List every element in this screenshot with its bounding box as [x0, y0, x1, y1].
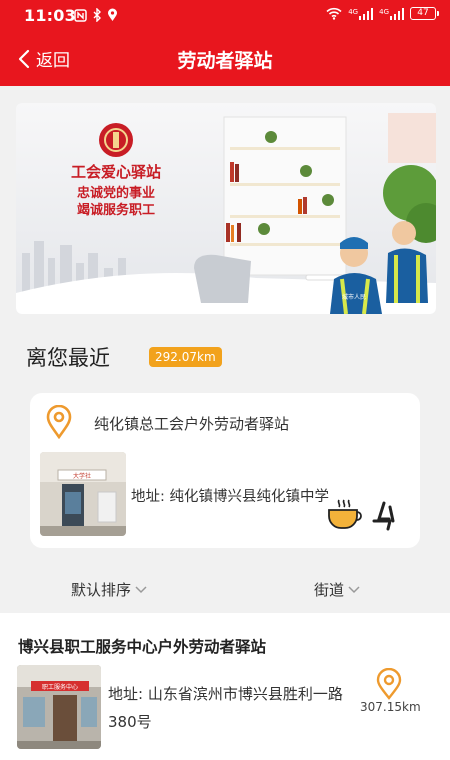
- status-left-icons: [74, 8, 118, 22]
- list-item-distance: 307.15km: [360, 700, 421, 714]
- banner-sign-title: 工会爱心驿站: [71, 163, 161, 181]
- status-bar: 11:03 4G 4G 47: [0, 0, 450, 32]
- nearest-station-name: 纯化镇总工会户外劳动者驿站: [94, 415, 290, 433]
- signal-icon: [390, 7, 404, 20]
- list-item-photo: 职工服务中心: [17, 665, 101, 749]
- station-photo-illustration: 大学社: [40, 452, 126, 536]
- list-item-name: 博兴县职工服务中心户外劳动者驿站: [18, 638, 267, 656]
- nfc-icon: [74, 8, 87, 22]
- sort-label: 默认排序: [71, 581, 132, 599]
- seat-icon: [372, 501, 395, 531]
- list-item[interactable]: 博兴县职工服务中心户外劳动者驿站 职工服务中心 地址: 山东省滨州市博兴县胜利一…: [0, 613, 450, 760]
- bluetooth-icon: [93, 8, 101, 22]
- signal-1-group: 4G: [348, 7, 374, 20]
- status-time: 11:03: [24, 6, 76, 25]
- nearest-station-photo: 大学社: [40, 452, 126, 536]
- filter-bar: 默认排序 街道: [0, 573, 450, 605]
- top-bar: 11:03 4G 4G 47 返回 劳动者驿站: [0, 0, 450, 86]
- nearest-station-card[interactable]: 纯化镇总工会户外劳动者驿站 大学社 地址: 纯化镇博兴县纯化镇中学: [30, 393, 420, 548]
- back-button[interactable]: 返回: [18, 46, 70, 71]
- chevron-left-icon: [18, 49, 30, 68]
- battery-icon: 47: [410, 7, 439, 20]
- location-pin-icon: [376, 668, 402, 700]
- location-icon: [108, 8, 117, 21]
- signal-2-group: 4G: [379, 7, 404, 20]
- list-item-address: 地址: 山东省滨州市博兴县胜利一路380号: [108, 685, 343, 731]
- station-list: 博兴县职工服务中心户外劳动者驿站 职工服务中心 地址: 山东省滨州市博兴县胜利一…: [0, 613, 450, 760]
- nearest-station-address: 地址: 纯化镇博兴县纯化镇中学: [131, 489, 329, 505]
- nearest-distance-badge: 292.07km: [149, 347, 222, 367]
- hot-drink-icon: [328, 499, 362, 529]
- banner-illustration: 工会爱心驿站 忠诚党的事业 竭诚服务职工 城市人民: [16, 103, 436, 314]
- chevron-down-icon: [135, 585, 147, 593]
- banner-vest-text: 城市人民: [342, 293, 366, 301]
- street-label: 街道: [314, 581, 345, 599]
- back-label: 返回: [36, 51, 70, 71]
- network-2-label: 4G: [379, 7, 389, 16]
- location-pin-icon: [46, 405, 72, 439]
- signal-icon: [359, 7, 374, 20]
- sort-dropdown[interactable]: 默认排序: [71, 579, 147, 600]
- network-1-label: 4G: [348, 7, 359, 16]
- nearest-heading: 离您最近: [26, 346, 110, 370]
- status-right-icons: 4G 4G 47: [326, 7, 439, 20]
- banner-sign-line2: 竭诚服务职工: [77, 202, 155, 217]
- wifi-icon: [326, 7, 342, 20]
- street-dropdown[interactable]: 街道: [314, 579, 360, 600]
- station-photo-illustration: 职工服务中心: [17, 665, 101, 749]
- station-banner[interactable]: 工会爱心驿站 忠诚党的事业 竭诚服务职工 城市人民: [16, 103, 436, 314]
- photo-sign-text: 职工服务中心: [42, 683, 78, 691]
- chevron-down-icon: [348, 585, 360, 593]
- banner-sign-line1: 忠诚党的事业: [77, 185, 155, 200]
- photo-sign-text: 大学社: [73, 472, 91, 480]
